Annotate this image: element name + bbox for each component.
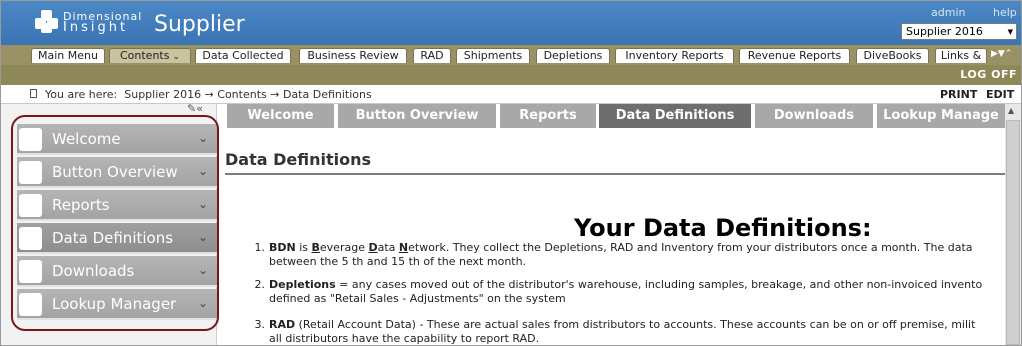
- section-divider: [225, 173, 1005, 175]
- content-tab-data-definitions[interactable]: Data Definitions: [599, 104, 751, 128]
- sidebar-item-button-overview[interactable]: Button Overview ⌄: [17, 157, 217, 188]
- sidebar-item-icon: [19, 161, 42, 184]
- page-heading: Your Data Definitions:: [574, 214, 872, 242]
- chevron-down-icon: ▼: [1007, 28, 1013, 36]
- sidebar-item-icon: [19, 260, 42, 283]
- supplier-select[interactable]: Supplier 2016 ▼: [901, 23, 1017, 40]
- breadcrumb-path[interactable]: Supplier 2016 → Contents → Data Definiti…: [124, 88, 371, 101]
- sidebar-item-label: Downloads: [52, 262, 135, 280]
- tab-revenue-reports[interactable]: Revenue Reports: [739, 48, 850, 63]
- page-icon: [30, 89, 37, 98]
- help-link[interactable]: help: [993, 6, 1017, 19]
- breadcrumb: You are here: Supplier 2016 → Contents →…: [1, 85, 1021, 104]
- tab-data-collected[interactable]: Data Collected: [195, 48, 291, 63]
- chevron-down-icon: ⌄: [198, 197, 209, 211]
- tab-divebooks[interactable]: DiveBooks: [856, 48, 929, 63]
- tab-contents[interactable]: Contents ⌄: [109, 48, 191, 63]
- sidebar-item-icon: [19, 293, 42, 316]
- header: Dimensional Insight Supplier admin help …: [1, 1, 1021, 45]
- logo: Dimensional Insight: [35, 10, 142, 34]
- sidebar-item-label: Reports: [52, 196, 110, 214]
- chevron-down-icon: ⌄: [198, 131, 209, 145]
- content-tab-lookup-manager[interactable]: Lookup Manage: [877, 104, 1005, 128]
- chevron-down-icon: ⌄: [198, 263, 209, 277]
- tab-inventory-reports[interactable]: Inventory Reports: [615, 48, 734, 63]
- scroll-up-icon[interactable]: ▲: [1008, 106, 1014, 115]
- tab-links[interactable]: Links &: [935, 48, 987, 63]
- chevron-down-icon: ⌄: [172, 52, 181, 62]
- content-tab-button-overview[interactable]: Button Overview: [338, 104, 496, 128]
- content-tab-welcome[interactable]: Welcome: [227, 104, 334, 128]
- logoff-bar: LOG OFF: [1, 65, 1021, 85]
- tab-scroll-icon[interactable]: ▶▼⌃: [991, 49, 1012, 59]
- sidebar-item-welcome[interactable]: Welcome ⌄: [17, 124, 217, 155]
- definition-item: 1. BDN is Beverage Data Network. They col…: [254, 241, 973, 268]
- logo-mark-icon: [35, 10, 59, 34]
- collapse-sidebar-icon[interactable]: ✎«: [187, 102, 203, 115]
- chevron-down-icon: ⌄: [198, 164, 209, 178]
- sidebar-item-label: Button Overview: [52, 163, 178, 181]
- main-content: Welcome Button Overview Reports Data Def…: [217, 104, 1005, 345]
- sidebar-item-data-definitions[interactable]: Data Definitions ⌄: [17, 223, 217, 254]
- chevron-down-icon: ⌄: [198, 296, 209, 310]
- chevron-down-icon: ⌄: [198, 230, 209, 244]
- sidebar-item-lookup-manager[interactable]: Lookup Manager ⌄: [17, 289, 217, 320]
- scrollbar-thumb[interactable]: [1006, 120, 1020, 345]
- tab-depletions[interactable]: Depletions: [536, 48, 610, 63]
- app-name: Supplier: [154, 12, 245, 37]
- logoff-link[interactable]: LOG OFF: [960, 68, 1017, 81]
- breadcrumb-prefix: You are here:: [45, 88, 118, 101]
- sidebar-item-icon: [19, 194, 42, 217]
- sidebar-item-label: Welcome: [52, 130, 121, 148]
- supplier-select-value: Supplier 2016: [906, 25, 983, 38]
- sidebar-item-label: Lookup Manager: [52, 295, 177, 313]
- sidebar: ✎« Welcome ⌄ Button Overview ⌄ Reports ⌄…: [1, 102, 217, 345]
- admin-link[interactable]: admin: [931, 6, 965, 19]
- section-title: Data Definitions: [225, 150, 371, 169]
- tab-business-review[interactable]: Business Review: [299, 48, 407, 63]
- vertical-scrollbar[interactable]: ▲: [1005, 104, 1021, 345]
- app-window: Dimensional Insight Supplier admin help …: [0, 0, 1022, 346]
- sidebar-item-icon: [19, 227, 42, 250]
- logo-text-bottom: Insight: [63, 20, 129, 35]
- definition-item: 2. Depletions = any cases moved out of th…: [254, 278, 983, 305]
- definition-item: 3. RAD (Retail Account Data) - These are …: [254, 318, 976, 345]
- sidebar-item-label: Data Definitions: [52, 229, 174, 247]
- sidebar-item-downloads[interactable]: Downloads ⌄: [17, 256, 217, 287]
- tab-main-menu[interactable]: Main Menu: [31, 48, 105, 63]
- main-tab-bar: Main Menu Contents ⌄ Data Collected Busin…: [1, 45, 1021, 65]
- sidebar-item-icon: [19, 128, 42, 151]
- edit-link[interactable]: EDIT: [986, 88, 1014, 101]
- sidebar-item-reports[interactable]: Reports ⌄: [17, 190, 217, 221]
- tab-shipments[interactable]: Shipments: [456, 48, 530, 63]
- print-link[interactable]: PRINT: [940, 88, 977, 101]
- content-tab-downloads[interactable]: Downloads: [755, 104, 873, 128]
- content-tab-reports[interactable]: Reports: [500, 104, 596, 128]
- tab-rad[interactable]: RAD: [413, 48, 451, 63]
